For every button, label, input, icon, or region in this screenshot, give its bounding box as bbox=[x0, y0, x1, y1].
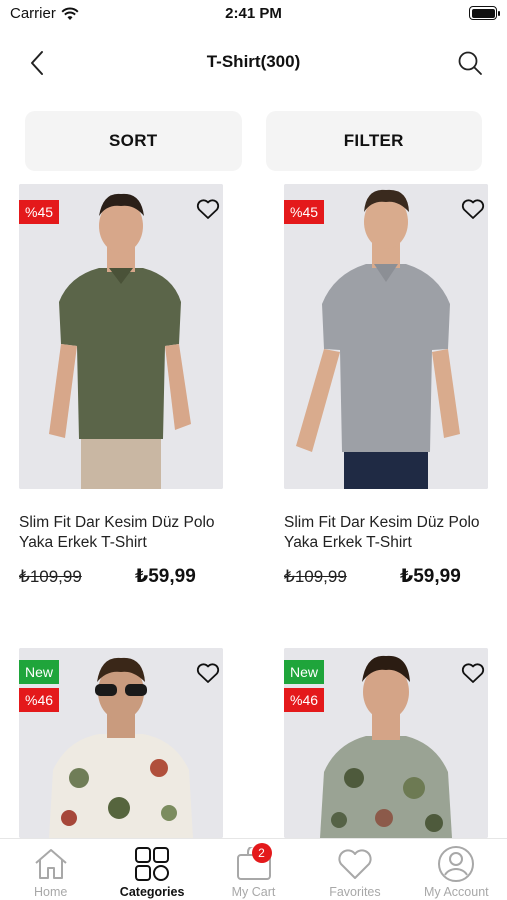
product-image[interactable]: New %46 bbox=[19, 648, 223, 838]
product-prices: ₺109,99 ₺59,99 bbox=[19, 565, 229, 588]
tab-categories[interactable]: Categories bbox=[101, 839, 202, 900]
search-icon bbox=[458, 51, 482, 75]
home-icon bbox=[35, 849, 67, 879]
product-name[interactable]: Slim Fit Dar Kesim Düz Polo Yaka Erkek T… bbox=[19, 513, 239, 553]
favorite-heart-icon[interactable] bbox=[195, 196, 221, 222]
discount-badge: %45 bbox=[284, 200, 325, 224]
tab-home[interactable]: Home bbox=[0, 839, 101, 900]
new-badge: New bbox=[284, 660, 325, 684]
cart-count-badge: 2 bbox=[251, 843, 272, 863]
favorite-heart-icon[interactable] bbox=[195, 660, 221, 686]
product-card[interactable]: %45 Slim Fit Dar Kesim Düz Polo Yaka Erk… bbox=[19, 184, 229, 588]
current-price: ₺59,99 bbox=[135, 566, 196, 587]
heart-icon bbox=[338, 849, 372, 879]
sort-filter-bar: SORT FILTER bbox=[25, 111, 482, 171]
discount-badge: %46 bbox=[284, 688, 325, 712]
product-card[interactable]: New %46 bbox=[19, 648, 229, 838]
status-time: 2:41 PM bbox=[225, 5, 282, 22]
model-photo bbox=[284, 184, 488, 489]
old-price: ₺109,99 bbox=[284, 567, 347, 586]
old-price: ₺109,99 bbox=[19, 567, 82, 586]
product-name[interactable]: Slim Fit Dar Kesim Düz Polo Yaka Erkek T… bbox=[284, 513, 504, 553]
discount-badge: %45 bbox=[19, 200, 60, 224]
tab-label: Favorites bbox=[329, 885, 381, 899]
battery-icon bbox=[469, 6, 500, 20]
product-prices: ₺109,99 ₺59,99 bbox=[284, 565, 494, 588]
product-image[interactable]: %45 bbox=[19, 184, 223, 489]
page-title: T-Shirt(300) bbox=[206, 52, 301, 71]
product-image[interactable]: New %46 bbox=[284, 648, 488, 838]
new-badge: New bbox=[19, 660, 60, 684]
bottom-tab-bar: Home Categories 2 My Cart Favorites My A… bbox=[0, 838, 507, 900]
product-card[interactable]: %45 Slim Fit Dar Kesim Düz Polo Yaka Erk… bbox=[284, 184, 494, 588]
grid-icon bbox=[135, 847, 170, 881]
product-image[interactable]: %45 bbox=[284, 184, 488, 489]
tab-my-account[interactable]: My Account bbox=[406, 839, 507, 900]
tab-label: Home bbox=[34, 885, 68, 899]
user-icon bbox=[438, 846, 475, 882]
sort-button[interactable]: SORT bbox=[25, 111, 242, 171]
status-bar: Carrier 2:41 PM bbox=[0, 0, 507, 30]
favorite-heart-icon[interactable] bbox=[460, 196, 486, 222]
current-price: ₺59,99 bbox=[400, 566, 461, 587]
product-card[interactable]: New %46 bbox=[284, 648, 494, 838]
search-button[interactable] bbox=[455, 48, 485, 78]
model-photo bbox=[19, 184, 223, 489]
tab-label: My Account bbox=[424, 885, 489, 899]
filter-button[interactable]: FILTER bbox=[265, 111, 482, 171]
tab-label: My Cart bbox=[231, 885, 276, 899]
discount-badge: %46 bbox=[19, 688, 60, 712]
tab-favorites[interactable]: Favorites bbox=[304, 839, 405, 900]
nav-header: T-Shirt(300) bbox=[0, 38, 507, 88]
tab-my-cart[interactable]: 2 My Cart bbox=[203, 839, 304, 900]
tab-label: Categories bbox=[119, 885, 185, 899]
favorite-heart-icon[interactable] bbox=[460, 660, 486, 686]
